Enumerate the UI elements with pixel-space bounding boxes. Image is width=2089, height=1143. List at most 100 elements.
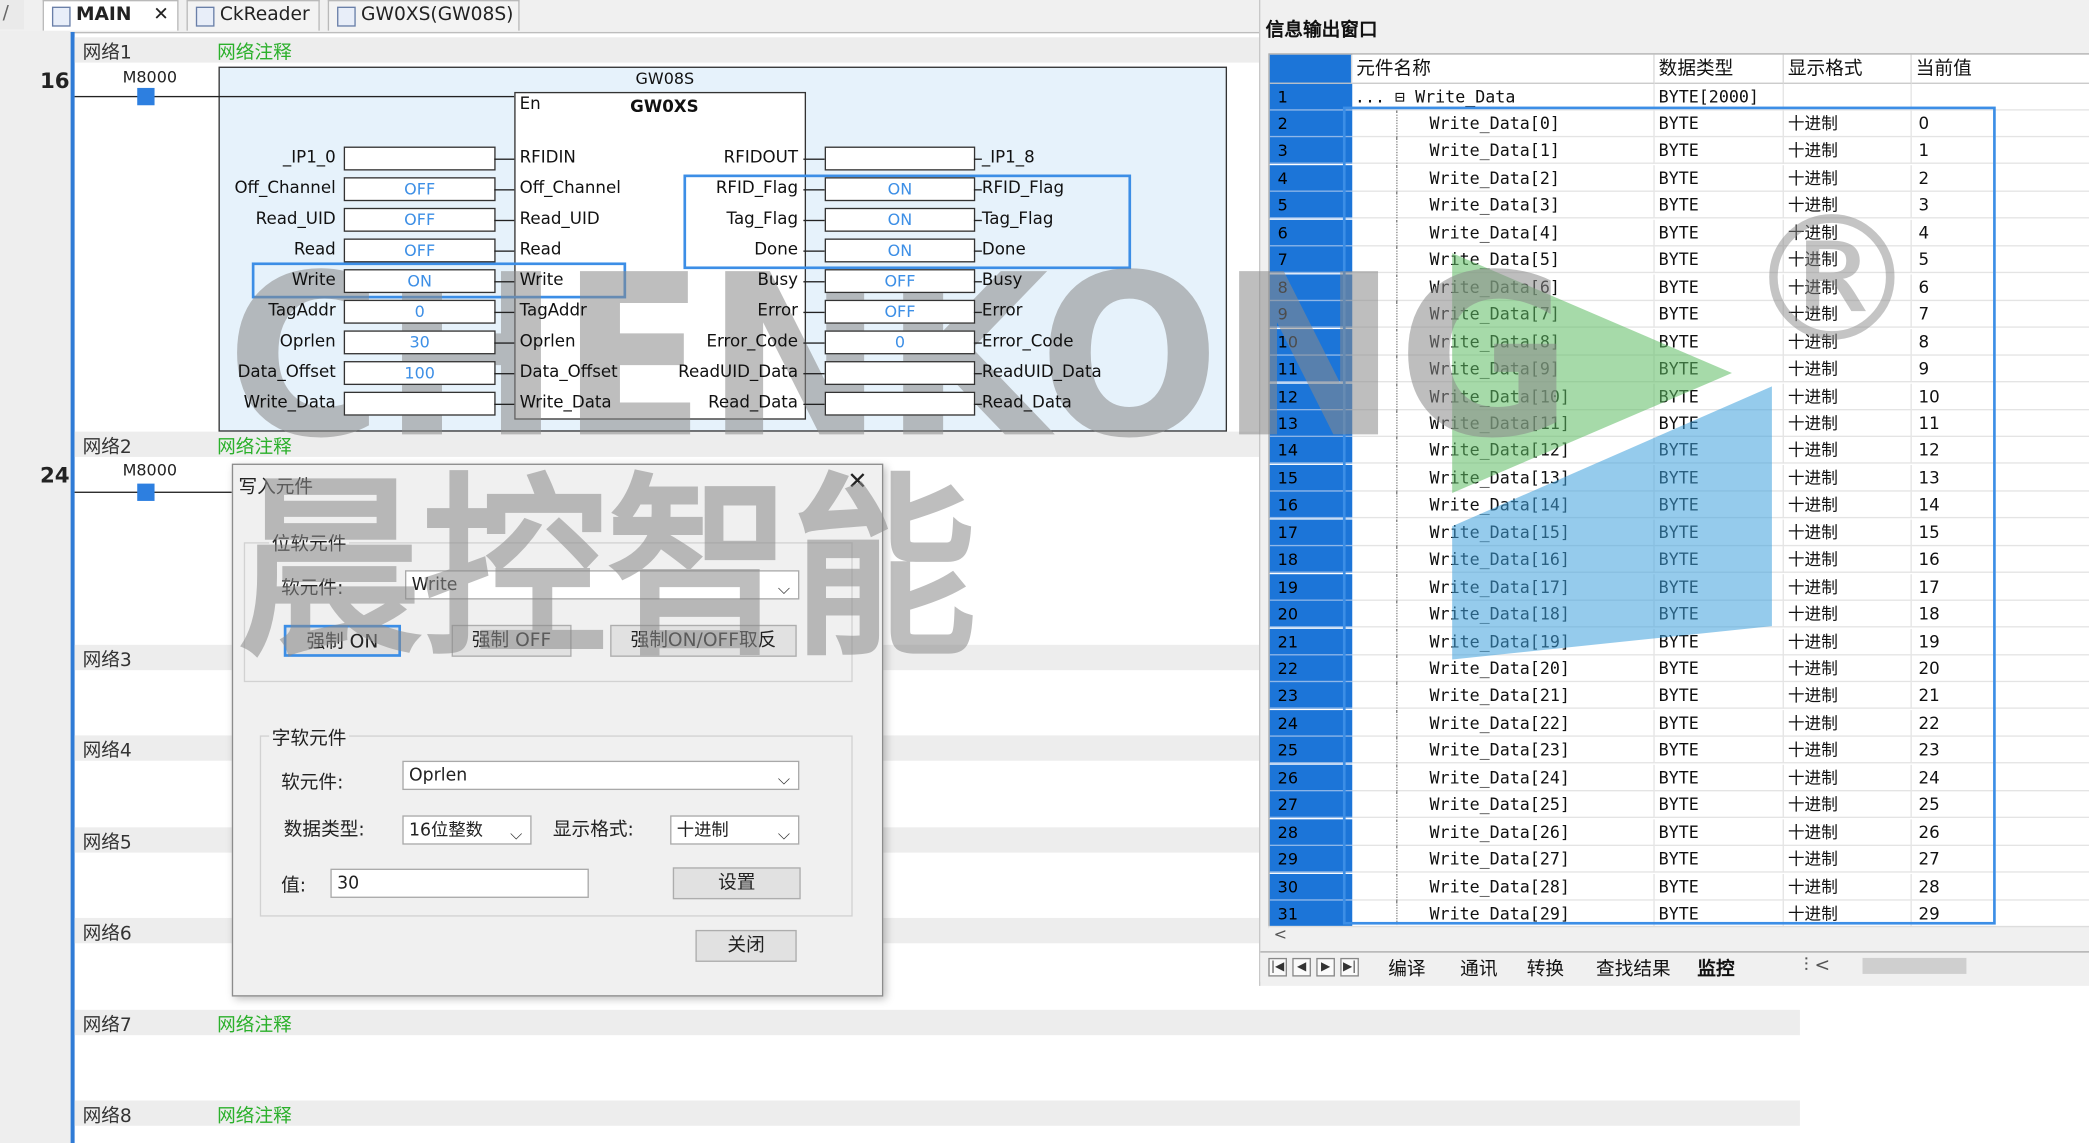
row-number: 9: [1269, 301, 1353, 328]
cell-name-text: Write_Data: [1415, 86, 1516, 107]
close-icon[interactable]: ✕: [153, 1, 169, 28]
write-device-dialog[interactable]: 写入元件 ✕ 位软元件 软元件: Write ⌵ 强制 ON 强制 OFF 强制…: [231, 463, 884, 997]
fb-input-pin: Read_UID: [519, 207, 600, 228]
ladder-doc-icon: [51, 6, 71, 27]
output-variable-label: _IP1_8: [981, 146, 1035, 167]
pin-wire: [803, 158, 825, 160]
contact-m8000[interactable]: [137, 483, 155, 501]
next-page-icon[interactable]: ▶: [1316, 957, 1335, 977]
fb-output-pin: Busy: [757, 269, 799, 290]
tab-communication[interactable]: 通讯: [1460, 955, 1497, 982]
tree-expander-icon[interactable]: ... ⊟: [1355, 87, 1405, 107]
input-value-field[interactable]: 0: [343, 299, 496, 324]
row-number: 3: [1269, 137, 1353, 165]
pin-wire: [803, 311, 825, 314]
input-value-field[interactable]: 100: [343, 361, 496, 386]
line-number: 16: [39, 67, 70, 94]
network-comment: 网络注释: [217, 42, 292, 64]
row-number: 23: [1269, 682, 1353, 710]
tab-scrollbar-thumb[interactable]: [1862, 957, 1967, 974]
pin-wire: [803, 219, 825, 222]
force-toggle-button[interactable]: 强制ON/OFF取反: [610, 624, 797, 657]
tab-main[interactable]: MAIN ✕: [42, 0, 179, 31]
network-name: 网络1: [82, 42, 132, 64]
output-value-field[interactable]: OFF: [824, 299, 976, 324]
output-value-field[interactable]: 0: [824, 330, 976, 355]
tab-scroll-icon[interactable]: ⫶ <: [1804, 955, 1830, 976]
network-name: 网络7: [82, 1015, 132, 1037]
last-page-icon[interactable]: ▶|: [1340, 957, 1359, 977]
input-value-field[interactable]: 30: [343, 330, 496, 355]
output-value-field[interactable]: [824, 146, 976, 171]
contact-m8000[interactable]: [137, 87, 155, 106]
output-value-field[interactable]: [824, 391, 976, 416]
word-device-combo[interactable]: Oprlen ⌵: [402, 760, 800, 791]
row-number: 28: [1269, 818, 1353, 846]
input-value-field[interactable]: [343, 146, 496, 171]
set-button[interactable]: 设置: [672, 867, 801, 900]
output-value-field[interactable]: [824, 361, 976, 386]
data-type-combo[interactable]: 16位整数 ⌵: [402, 815, 532, 845]
row-number: 4: [1269, 165, 1353, 192]
force-off-button[interactable]: 强制 OFF: [451, 624, 572, 657]
tab-gw0xs[interactable]: GW0XS(GW08S): [327, 0, 520, 31]
column-header-type[interactable]: 数据类型: [1654, 54, 1784, 84]
pin-wire: [494, 250, 515, 252]
bit-device-combo[interactable]: Write ⌵: [405, 570, 800, 600]
network-name: 网络6: [82, 923, 132, 945]
pin-wire: [494, 342, 515, 344]
input-value-field[interactable]: OFF: [343, 238, 496, 263]
tab-compile[interactable]: 编译: [1388, 955, 1425, 982]
display-format-combo[interactable]: 十进制 ⌵: [670, 815, 800, 845]
first-page-icon[interactable]: |◀: [1268, 957, 1287, 977]
horizontal-scrollbar[interactable]: <: [1268, 925, 2089, 946]
force-on-button[interactable]: 强制 ON: [283, 624, 402, 657]
pin-wire: [973, 403, 982, 406]
output-variable-label: ReadUID_Data: [981, 361, 1102, 382]
combo-value: Write: [411, 575, 458, 596]
column-header-value[interactable]: 当前值: [1911, 54, 2089, 84]
close-icon[interactable]: ✕: [847, 468, 867, 496]
output-value-field[interactable]: ON: [824, 207, 976, 232]
input-value-field[interactable]: ON: [343, 269, 496, 294]
output-value-field[interactable]: ON: [824, 177, 976, 202]
row-number: 12: [1269, 383, 1353, 410]
value-input[interactable]: 30: [330, 868, 589, 898]
chevron-down-icon[interactable]: ⌵: [778, 765, 790, 794]
close-button[interactable]: 关闭: [695, 929, 797, 962]
tab-monitor[interactable]: 监控: [1697, 955, 1734, 982]
input-value-field[interactable]: OFF: [343, 177, 496, 202]
network-header[interactable]: 网络8 网络注释: [74, 1100, 1800, 1127]
fb-output-pin: Done: [754, 238, 799, 259]
chevron-down-icon[interactable]: ⌵: [510, 819, 522, 848]
pin-wire: [803, 281, 825, 283]
column-header-format[interactable]: 显示格式: [1783, 54, 1912, 84]
previous-page-icon[interactable]: ◀: [1292, 957, 1311, 977]
tab-convert[interactable]: 转换: [1527, 955, 1564, 982]
pin-wire: [973, 342, 982, 344]
fb-input-pin: TagAddr: [519, 299, 587, 320]
pin-wire: [973, 219, 982, 222]
input-value-field[interactable]: OFF: [343, 207, 496, 232]
output-value-field[interactable]: OFF: [824, 269, 976, 294]
chevron-down-icon[interactable]: ⌵: [778, 574, 790, 603]
row-number: 31: [1269, 900, 1353, 928]
group-label: 位软元件: [269, 530, 350, 557]
fb-input-pin: Off_Channel: [519, 177, 621, 198]
chevron-down-icon[interactable]: ⌵: [778, 819, 790, 848]
column-header-name[interactable]: 元件名称: [1352, 54, 1655, 84]
input-value: 30: [337, 873, 360, 894]
panel-title: 信息输出窗口: [1265, 19, 1378, 42]
fb-output-pin: RFIDOUT: [723, 146, 799, 167]
pin-wire: [973, 189, 982, 191]
output-value-field[interactable]: ON: [824, 238, 976, 263]
input-value-field[interactable]: [343, 391, 496, 416]
network-header[interactable]: 网络7 网络注释: [74, 1009, 1800, 1037]
tab-scroll-left[interactable]: /: [0, 0, 24, 30]
scroll-left-icon[interactable]: <: [1274, 925, 1287, 944]
row-number: 25: [1269, 737, 1353, 764]
tab-ckreader[interactable]: CkReader: [186, 0, 320, 31]
function-block-icon: [337, 6, 356, 27]
input-variable-label: Read_UID: [255, 207, 336, 228]
tab-find-results[interactable]: 查找结果: [1596, 955, 1671, 982]
